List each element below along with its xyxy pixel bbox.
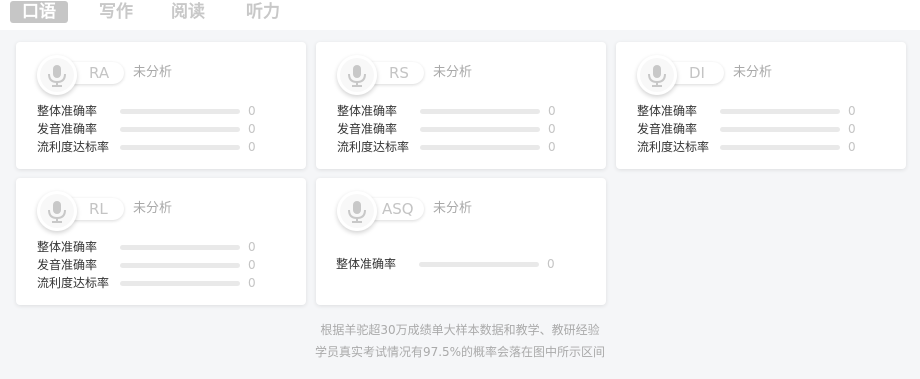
task-card-rs[interactable]: RS 未分析 整体准确率 0 发音准确率 0 流利度达标率 0 xyxy=(316,42,606,169)
footer-note-line-2: 学员真实考试情况有97.5%的概率会落在图中所示区间 xyxy=(314,345,606,359)
progress-track xyxy=(419,262,539,267)
metric-value: 0 xyxy=(848,104,856,118)
metric-label: 发音准确率 xyxy=(637,122,698,136)
microphone-icon xyxy=(37,55,77,95)
analysis-status: 未分析 xyxy=(433,65,473,80)
metric-value: 0 xyxy=(848,122,856,136)
task-card-di[interactable]: DI 未分析 整体准确率 0 发音准确率 0 流利度达标率 0 xyxy=(616,42,906,169)
analysis-status: 未分析 xyxy=(433,201,473,216)
task-code: ASQ xyxy=(382,200,414,218)
microphone-icon xyxy=(637,55,677,95)
metric-value: 0 xyxy=(547,257,555,271)
metric-overall-accuracy: 整体准确率 0 xyxy=(37,239,297,255)
tab-writing[interactable]: 写作 xyxy=(99,1,133,23)
metric-fluency-rate: 流利度达标率 0 xyxy=(37,275,297,291)
microphone-icon xyxy=(337,55,377,95)
analysis-status: 未分析 xyxy=(733,65,773,80)
metric-value: 0 xyxy=(848,140,856,154)
progress-track xyxy=(120,127,240,132)
metric-label: 整体准确率 xyxy=(336,257,397,271)
metric-value: 0 xyxy=(248,258,256,272)
metric-label: 流利度达标率 xyxy=(337,140,410,154)
metric-label: 流利度达标率 xyxy=(637,140,710,154)
progress-track xyxy=(720,127,840,132)
progress-track xyxy=(120,145,240,150)
metric-value: 0 xyxy=(548,140,556,154)
metric-fluency-rate: 流利度达标率 0 xyxy=(37,139,297,155)
metric-label: 整体准确率 xyxy=(37,104,98,118)
progress-track xyxy=(120,281,240,286)
task-code: RA xyxy=(89,64,110,82)
analysis-status: 未分析 xyxy=(133,201,173,216)
tab-bar: 口语 写作 阅读 听力 xyxy=(0,0,920,30)
metric-label: 整体准确率 xyxy=(337,104,398,118)
metric-value: 0 xyxy=(248,122,256,136)
metric-label: 整体准确率 xyxy=(37,240,98,254)
metric-label: 发音准确率 xyxy=(37,258,98,272)
metric-label: 流利度达标率 xyxy=(37,276,110,290)
task-code: RL xyxy=(89,200,108,218)
metric-overall-accuracy: 整体准确率 0 xyxy=(337,103,597,119)
progress-track xyxy=(120,263,240,268)
progress-track xyxy=(120,245,240,250)
metric-value: 0 xyxy=(248,240,256,254)
progress-track xyxy=(420,145,540,150)
task-card-ra[interactable]: RA 未分析 整体准确率 0 发音准确率 0 流利度达标率 0 xyxy=(16,42,306,169)
progress-track xyxy=(720,109,840,114)
metric-pronunciation-accuracy: 发音准确率 0 xyxy=(37,121,297,137)
progress-track xyxy=(420,109,540,114)
task-card-asq[interactable]: ASQ 未分析 整体准确率 0 xyxy=(316,178,606,305)
metric-label: 发音准确率 xyxy=(37,122,98,136)
footer-note-line-1: 根据羊驼超30万成绩单大样本数据和教学、教研经验 xyxy=(320,323,600,337)
progress-track xyxy=(720,145,840,150)
progress-track xyxy=(420,127,540,132)
microphone-icon xyxy=(337,191,377,231)
metric-overall-accuracy: 整体准确率 0 xyxy=(37,103,297,119)
metric-value: 0 xyxy=(248,104,256,118)
metric-fluency-rate: 流利度达标率 0 xyxy=(337,139,597,155)
microphone-icon xyxy=(37,191,77,231)
metric-overall-accuracy: 整体准确率 0 xyxy=(637,103,897,119)
metric-overall-accuracy: 整体准确率 0 xyxy=(336,256,596,272)
metric-pronunciation-accuracy: 发音准确率 0 xyxy=(337,121,597,137)
metric-fluency-rate: 流利度达标率 0 xyxy=(637,139,897,155)
metric-value: 0 xyxy=(248,140,256,154)
analysis-status: 未分析 xyxy=(133,65,173,80)
tab-reading[interactable]: 阅读 xyxy=(171,1,205,23)
task-card-rl[interactable]: RL 未分析 整体准确率 0 发音准确率 0 流利度达标率 0 xyxy=(16,178,306,305)
metric-value: 0 xyxy=(548,122,556,136)
tab-speaking[interactable]: 口语 xyxy=(10,1,68,23)
task-code: DI xyxy=(689,64,705,82)
metric-value: 0 xyxy=(548,104,556,118)
metric-label: 发音准确率 xyxy=(337,122,398,136)
task-code: RS xyxy=(389,64,409,82)
progress-track xyxy=(120,109,240,114)
metric-value: 0 xyxy=(248,276,256,290)
metric-label: 流利度达标率 xyxy=(37,140,110,154)
metric-label: 整体准确率 xyxy=(637,104,698,118)
metric-pronunciation-accuracy: 发音准确率 0 xyxy=(637,121,897,137)
tab-listening[interactable]: 听力 xyxy=(246,1,280,23)
metric-pronunciation-accuracy: 发音准确率 0 xyxy=(37,257,297,273)
